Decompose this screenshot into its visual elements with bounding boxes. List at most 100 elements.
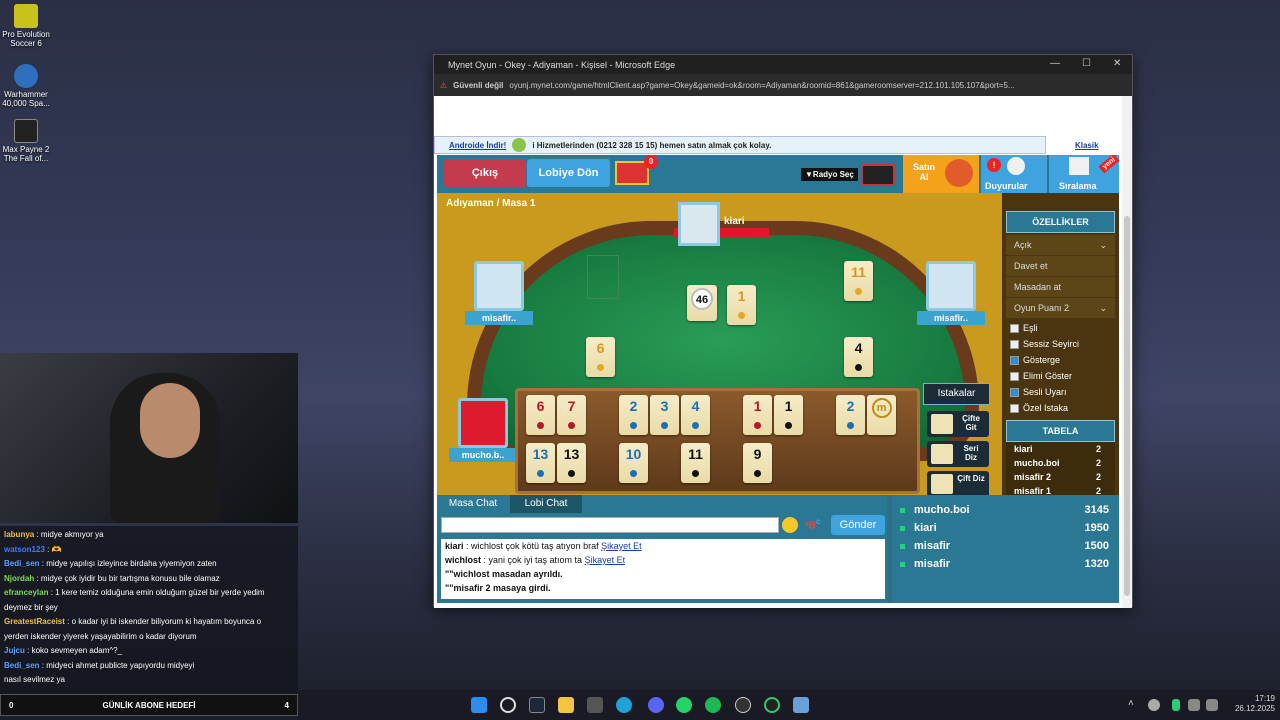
option-checkbox[interactable]: Sessiz Seyirci: [1002, 336, 1119, 352]
spotify-icon[interactable]: [705, 697, 721, 713]
rack-tile[interactable]: 7: [557, 395, 586, 435]
option-checkbox[interactable]: Gösterge: [1002, 352, 1119, 368]
android-download-link[interactable]: Androide İndir!: [449, 141, 506, 150]
maximize-button[interactable]: ☐: [1082, 58, 1091, 69]
rack-tile[interactable]: 13: [526, 443, 555, 483]
store-icon[interactable]: [587, 697, 603, 713]
whatsapp-icon[interactable]: [676, 697, 692, 713]
scoreboard-score: 2: [1095, 472, 1101, 482]
player-name: kiari: [724, 216, 745, 227]
classic-link[interactable]: Klasik: [1075, 141, 1099, 150]
radio-select[interactable]: ▼Radyo Seç: [801, 168, 858, 181]
discord-icon[interactable]: [648, 697, 664, 713]
edge-icon[interactable]: [616, 697, 632, 713]
rack-tile[interactable]: 6: [526, 395, 555, 435]
tray-app-icon[interactable]: [1148, 699, 1160, 711]
back-to-lobby-button[interactable]: Lobiye Dön: [527, 159, 610, 187]
option-label: Sessiz Seyirci: [1023, 339, 1080, 349]
security-label: Güvenli değil: [453, 80, 504, 90]
discard-tile-right[interactable]: 4: [844, 337, 873, 377]
rack-tile[interactable]: 11: [681, 443, 710, 483]
ranking-button[interactable]: Sıralama yeni: [1049, 155, 1119, 193]
kick-button[interactable]: Masadan at: [1006, 277, 1115, 297]
stream-chat-text: nasıl sevilmez ya: [4, 675, 65, 684]
option-checkbox[interactable]: Elimi Göster: [1002, 368, 1119, 384]
rack-tile[interactable]: 1: [774, 395, 803, 435]
game-points-select[interactable]: Oyun Puanı 2 ⌄: [1006, 298, 1115, 318]
rack-tile[interactable]: 1: [743, 395, 772, 435]
game-topbar: Çıkış Lobiye Dön 0 ▼Radyo Seç Satın Al !…: [437, 155, 1119, 193]
option-checkbox[interactable]: Eşli: [1002, 320, 1119, 336]
rack-tile[interactable]: 9: [743, 443, 772, 483]
rack-tile[interactable]: 10: [619, 443, 648, 483]
player-right[interactable]: misafir..: [917, 261, 985, 325]
notices-button[interactable]: ! Duyurular: [981, 155, 1047, 193]
buy-button[interactable]: Satın Al: [903, 155, 979, 193]
steam-icon[interactable]: [529, 697, 545, 713]
obs-icon[interactable]: [735, 697, 751, 713]
mic-icon[interactable]: [1172, 699, 1180, 711]
stream-chat-text: deymez bir şey: [4, 602, 58, 612]
table-open-select[interactable]: Açık ⌄: [1006, 235, 1115, 255]
start-icon[interactable]: [471, 697, 487, 713]
rack-tile[interactable]: 2: [836, 395, 865, 435]
scrollbar-thumb[interactable]: [1124, 216, 1130, 596]
player-self[interactable]: mucho.b..: [449, 398, 517, 462]
clock[interactable]: 17:19 26.12.2025: [1223, 694, 1275, 714]
smiley-icon[interactable]: [782, 517, 798, 533]
tab-table-chat[interactable]: Masa Chat: [437, 495, 509, 513]
checkbox-icon: [1010, 339, 1019, 349]
send-button[interactable]: Gönder: [831, 515, 885, 535]
report-link[interactable]: Şikayet Et: [601, 541, 642, 551]
double-go-button[interactable]: Çifte Git: [927, 411, 989, 437]
text-format-icon[interactable]: ᵃBc: [805, 516, 821, 531]
url-text[interactable]: oyunj.mynet.com/game/htmlClient.asp?game…: [509, 81, 1109, 90]
rack-tile[interactable]: 4: [681, 395, 710, 435]
tile-count: 46: [687, 285, 717, 321]
sort-series-button[interactable]: Seri Diz: [927, 441, 989, 467]
page-scrollbar[interactable]: [1122, 96, 1132, 608]
address-bar[interactable]: ⚠ Güvenli değil oyunj.mynet.com/game/htm…: [434, 74, 1132, 96]
rack-tile[interactable]: m: [867, 395, 896, 435]
tile-dot: [568, 422, 575, 429]
exit-button[interactable]: Çıkış: [444, 159, 526, 187]
desktop-icon-maxpayne[interactable]: Max Payne 2 The Fall of...: [0, 119, 52, 163]
edge-window: Mynet Oyun - Okey - Adiyaman - Kişisel -…: [433, 54, 1133, 608]
volume-icon[interactable]: [1206, 699, 1218, 711]
player-left[interactable]: misafir..: [465, 261, 533, 325]
stream-chat-text: : midye yapılışı izleyince birdaha yiyem…: [39, 559, 217, 568]
option-label: Gösterge: [1023, 355, 1061, 365]
radio-icon[interactable]: [861, 164, 895, 186]
ad-text: i Hizmetlerinden (0212 328 15 15) hemen …: [532, 140, 772, 150]
minimize-button[interactable]: —: [1050, 58, 1060, 69]
network-icon[interactable]: [1188, 699, 1200, 711]
search-icon[interactable]: [500, 697, 516, 713]
app-icon[interactable]: [764, 697, 780, 713]
chat-user[interactable]: wichlost: [445, 555, 481, 565]
tab-lobby-chat[interactable]: Lobi Chat: [510, 495, 582, 513]
app2-icon[interactable]: [793, 697, 809, 713]
option-checkbox[interactable]: Özel Istaka: [1002, 400, 1119, 416]
table-open-value: Açık: [1014, 240, 1032, 250]
player-top[interactable]: kiari: [674, 202, 769, 250]
rack-tile[interactable]: 2: [619, 395, 648, 435]
rack-tile[interactable]: 13: [557, 443, 586, 483]
discard-tile-left[interactable]: 6: [586, 337, 615, 377]
android-icon: [512, 138, 527, 152]
istakalar-button[interactable]: Istakalar: [923, 383, 990, 405]
sort-pairs-button[interactable]: Çift Diz: [927, 471, 989, 497]
option-checkbox[interactable]: Sesli Uyarı: [1002, 384, 1119, 400]
rack-tile[interactable]: 3: [650, 395, 679, 435]
tray-chevron-icon[interactable]: ˄: [1128, 698, 1134, 709]
chat-input[interactable]: [441, 517, 779, 533]
desktop-icon-pes6[interactable]: Pro Evolution Soccer 6: [0, 4, 52, 48]
invite-button[interactable]: Davet et: [1006, 256, 1115, 276]
close-button[interactable]: ✕: [1113, 58, 1121, 69]
tile-dot: [847, 422, 854, 429]
desktop-icon-warhammer[interactable]: Warhammer 40,000 Spa...: [0, 64, 52, 108]
report-link[interactable]: Şikayet Et: [585, 555, 626, 565]
file-explorer-icon[interactable]: [558, 697, 574, 713]
chat-user[interactable]: kiari: [445, 541, 464, 551]
discard-tile-top-right[interactable]: 11: [844, 261, 873, 301]
online-icon: [900, 561, 905, 567]
